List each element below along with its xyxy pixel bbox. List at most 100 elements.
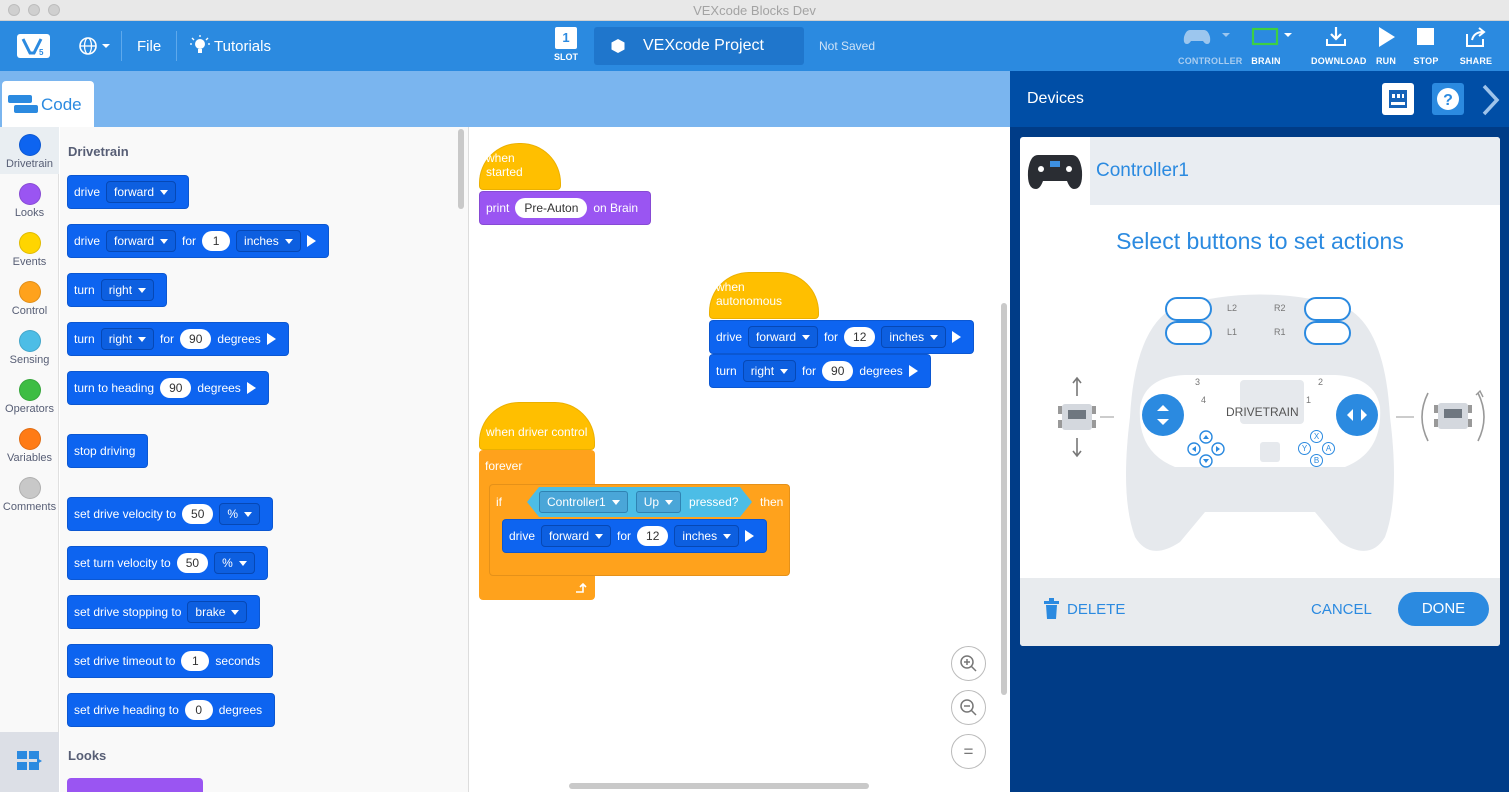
controller-dropdown[interactable]: Controller1 [539,491,628,513]
direction-dropdown[interactable]: forward [106,181,177,203]
play-arrow-icon[interactable] [266,333,276,345]
block-drive[interactable]: drive forward [67,175,190,209]
button-y[interactable]: Y [1298,442,1311,455]
block-set-drive-stopping[interactable]: set drive stopping to brake [67,595,261,629]
block-stop-driving[interactable]: stop driving [67,434,149,468]
help-icon[interactable]: ? [1432,83,1464,115]
direction-dropdown[interactable]: forward [748,326,819,348]
distance-input[interactable]: 12 [637,526,669,546]
block-print[interactable]: print Pre-Auton on Brain [479,191,652,225]
block-set-drive-velocity[interactable]: set drive velocity to 50% [67,497,274,531]
print-text-input[interactable]: Pre-Auton [515,198,588,218]
button-b[interactable]: B [1310,454,1323,467]
dpad-buttons[interactable] [1186,429,1228,471]
chevron-right-icon[interactable] [1480,83,1502,117]
block-drive-for[interactable]: drive forward for 1 inches [67,224,329,258]
button-r1[interactable] [1304,321,1351,345]
left-joystick[interactable] [1142,394,1184,436]
play-arrow-icon[interactable] [306,235,316,247]
block-drive-for[interactable]: drive forward for 12 inches [709,320,975,354]
block-set-drive-heading[interactable]: set drive heading to 0 degrees [67,693,276,727]
block-turn[interactable]: turn right [67,273,168,307]
block-turn-for[interactable]: turn right for 90 degrees [709,354,931,388]
file-menu[interactable]: File [137,38,161,55]
block-drive-for[interactable]: drive forward for 12 inches [502,519,768,553]
turn-direction-dropdown[interactable]: right [742,360,797,382]
slot-selector[interactable]: 1 SLOT [553,27,579,62]
vex-v5-logo-icon[interactable]: 5 [17,34,50,58]
done-button[interactable]: DONE [1398,592,1489,626]
velocity-units-dropdown[interactable]: % [214,552,255,574]
block-turn-for[interactable]: turn right for 90 degrees [67,322,289,356]
distance-input[interactable]: 12 [844,327,876,347]
units-dropdown[interactable]: inches [674,525,740,547]
port-icon[interactable] [1382,83,1414,115]
velocity-input[interactable]: 50 [176,553,209,573]
tab-code[interactable]: Code [2,81,94,127]
play-arrow-icon[interactable] [246,382,256,394]
timeout-input[interactable]: 1 [181,651,210,671]
button-x[interactable]: X [1310,430,1323,443]
turn-direction-dropdown[interactable]: right [100,279,155,301]
code-workspace[interactable]: when started print Pre-Auton on Brain when… [468,127,1010,792]
heading-input[interactable]: 0 [184,700,213,720]
controller-button[interactable]: CONTROLLER [1178,25,1242,66]
block-looks-partial[interactable] [67,778,203,792]
workspace-horizontal-scrollbar[interactable] [569,783,869,789]
button-l2[interactable] [1165,297,1212,321]
direction-dropdown[interactable]: forward [106,230,177,252]
category-looks[interactable]: Looks [0,178,59,219]
distance-input[interactable]: 1 [202,231,231,251]
play-icon [1379,27,1395,47]
block-when-driver-control[interactable]: when driver control [479,402,595,450]
units-dropdown[interactable]: inches [881,326,947,348]
extensions-button[interactable] [0,732,59,792]
button-dropdown[interactable]: Up [636,491,681,513]
velocity-units-dropdown[interactable]: % [219,503,261,525]
category-operators[interactable]: Operators [0,374,59,415]
category-sensing[interactable]: Sensing [0,325,59,366]
velocity-input[interactable]: 50 [182,504,214,524]
zoom-out-button[interactable] [951,690,986,725]
brain-button[interactable]: BRAIN [1241,25,1292,66]
heading-input[interactable]: 90 [160,378,192,398]
right-joystick[interactable] [1336,394,1378,436]
block-turn-to-heading[interactable]: turn to heading 90 degrees [67,371,269,405]
block-set-turn-velocity[interactable]: set turn velocity to 50% [67,546,268,580]
category-drivetrain[interactable]: Drivetrain [0,129,59,170]
category-variables[interactable]: Variables [0,423,59,464]
category-control[interactable]: Control [0,276,59,317]
units-dropdown[interactable]: inches [236,230,301,252]
cancel-button[interactable]: CANCEL [1311,601,1372,618]
degrees-input[interactable]: 90 [822,361,854,381]
device-name: Controller1 [1096,160,1189,181]
project-name-field[interactable]: VEXcode Project [594,27,804,65]
degrees-input[interactable]: 90 [180,329,212,349]
face-buttons[interactable]: X Y A B [1296,429,1338,471]
button-a[interactable]: A [1322,442,1335,455]
direction-dropdown[interactable]: forward [541,525,612,547]
block-set-drive-timeout[interactable]: set drive timeout to 1 seconds [67,644,274,678]
stop-button[interactable]: STOP [1401,25,1451,66]
category-comments[interactable]: Comments [0,472,59,513]
palette-scrollbar[interactable] [458,129,464,209]
download-button[interactable]: DOWNLOAD [1311,25,1366,66]
play-arrow-icon[interactable] [745,530,755,542]
play-arrow-icon[interactable] [952,331,962,343]
controller-pressed-condition[interactable]: Controller1 Up pressed? [527,487,752,517]
share-button[interactable]: SHARE [1451,25,1501,66]
block-when-started[interactable]: when started [479,143,561,190]
play-arrow-icon[interactable] [908,365,918,377]
zoom-in-button[interactable] [951,646,986,681]
category-events[interactable]: Events [0,227,59,268]
stopping-mode-dropdown[interactable]: brake [187,601,248,623]
turn-direction-dropdown[interactable]: right [100,328,155,350]
delete-button[interactable]: DELETE [1042,598,1125,620]
button-l1[interactable] [1165,321,1212,345]
tutorials-button[interactable]: Tutorials [214,38,271,55]
language-globe-icon[interactable] [78,35,112,62]
block-when-autonomous[interactable]: when autonomous [709,272,819,319]
zoom-reset-button[interactable]: = [951,734,986,769]
button-r2[interactable] [1304,297,1351,321]
workspace-vertical-scrollbar[interactable] [1001,303,1007,695]
